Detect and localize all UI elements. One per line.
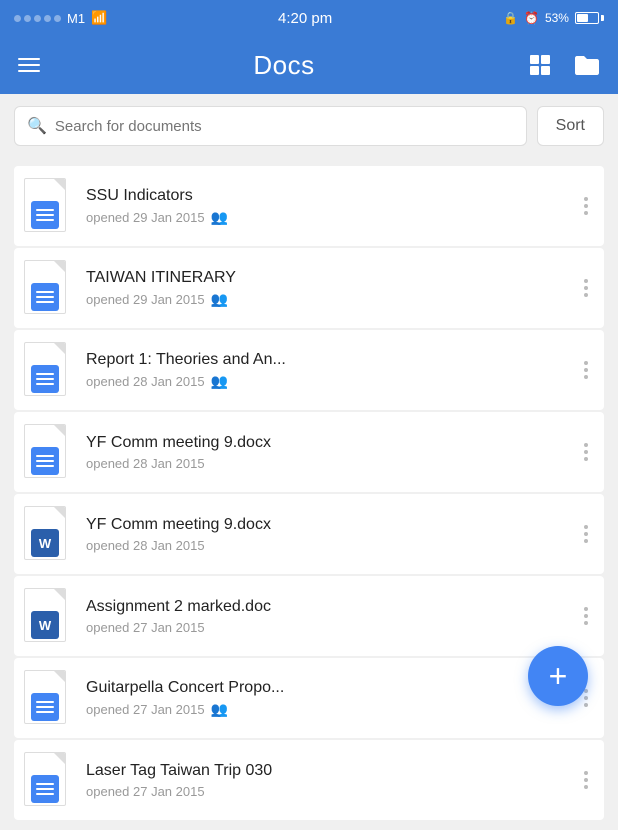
alarm-icon: ⏰ bbox=[524, 11, 539, 25]
list-item[interactable]: YF Comm meeting 9.docx opened 28 Jan 2015 bbox=[14, 412, 604, 492]
status-bar: M1 📶 4:20 pm 🔒 ⏰ 53% bbox=[0, 0, 618, 36]
doc-info: Laser Tag Taiwan Trip 030 opened 27 Jan 2… bbox=[86, 762, 578, 799]
doc-more-button[interactable] bbox=[578, 521, 594, 547]
header-icons bbox=[528, 53, 600, 77]
doc-more-button[interactable] bbox=[578, 275, 594, 301]
grid-icon bbox=[528, 53, 552, 77]
doc-file-icon bbox=[24, 260, 72, 316]
doc-more-button[interactable] bbox=[578, 357, 594, 383]
doc-info: Assignment 2 marked.doc opened 27 Jan 201… bbox=[86, 598, 578, 635]
doc-file-icon bbox=[24, 670, 72, 726]
battery-percent: 53% bbox=[545, 11, 569, 25]
list-item[interactable]: TAIWAN ITINERARY opened 29 Jan 2015 👥 bbox=[14, 248, 604, 328]
search-icon: 🔍 bbox=[27, 116, 47, 136]
status-time: 4:20 pm bbox=[278, 10, 332, 27]
doc-info: TAIWAN ITINERARY opened 29 Jan 2015 👥 bbox=[86, 269, 578, 308]
doc-name: Guitarpella Concert Propo... bbox=[86, 679, 578, 697]
doc-opened-date: opened 28 Jan 2015 bbox=[86, 538, 205, 553]
doc-name: YF Comm meeting 9.docx bbox=[86, 516, 578, 534]
list-item[interactable]: Report 1: Theories and An... opened 28 Ja… bbox=[14, 330, 604, 410]
list-item[interactable]: W YF Comm meeting 9.docx opened 28 Jan 201… bbox=[14, 494, 604, 574]
doc-opened-date: opened 27 Jan 2015 bbox=[86, 702, 205, 717]
doc-meta: opened 27 Jan 2015 bbox=[86, 784, 578, 799]
app-header: Docs bbox=[0, 36, 618, 94]
lock-icon: 🔒 bbox=[503, 11, 518, 25]
doc-meta: opened 28 Jan 2015 👥 bbox=[86, 373, 578, 390]
doc-info: YF Comm meeting 9.docx opened 28 Jan 2015 bbox=[86, 516, 578, 553]
search-box: 🔍 bbox=[14, 106, 527, 146]
doc-name: TAIWAN ITINERARY bbox=[86, 269, 578, 287]
doc-more-button[interactable] bbox=[578, 767, 594, 793]
battery-icon bbox=[575, 12, 604, 24]
status-left: M1 📶 bbox=[14, 10, 107, 26]
menu-button[interactable] bbox=[18, 58, 40, 72]
doc-meta: opened 27 Jan 2015 bbox=[86, 620, 578, 635]
doc-meta: opened 28 Jan 2015 bbox=[86, 456, 578, 471]
add-document-button[interactable]: + bbox=[528, 646, 588, 706]
doc-opened-date: opened 29 Jan 2015 bbox=[86, 292, 205, 307]
signal-dot-1 bbox=[14, 15, 21, 22]
carrier-name: M1 bbox=[67, 11, 85, 26]
doc-info: Report 1: Theories and An... opened 28 Ja… bbox=[86, 351, 578, 390]
list-item[interactable]: Laser Tag Taiwan Trip 030 opened 27 Jan 2… bbox=[14, 740, 604, 820]
search-input[interactable] bbox=[55, 118, 514, 135]
wifi-icon: 📶 bbox=[91, 10, 107, 26]
list-item[interactable]: W Assignment 2 marked.doc opened 27 Jan 20… bbox=[14, 576, 604, 656]
doc-meta: opened 28 Jan 2015 bbox=[86, 538, 578, 553]
signal-dot-3 bbox=[34, 15, 41, 22]
doc-meta: opened 27 Jan 2015 👥 bbox=[86, 701, 578, 718]
doc-more-button[interactable] bbox=[578, 439, 594, 465]
doc-more-button[interactable] bbox=[578, 603, 594, 629]
doc-file-icon bbox=[24, 342, 72, 398]
document-list: SSU Indicatorsopened 29 Jan 2015👥TAIWAN … bbox=[0, 158, 618, 830]
doc-name: Report 1: Theories and An... bbox=[86, 351, 578, 369]
status-right: 🔒 ⏰ 53% bbox=[503, 11, 604, 25]
plus-icon: + bbox=[549, 660, 568, 692]
list-item[interactable]: SSU Indicators opened 29 Jan 2015 👥 bbox=[14, 166, 604, 246]
doc-info: YF Comm meeting 9.docx opened 28 Jan 2015 bbox=[86, 434, 578, 471]
list-item[interactable]: Guitarpella Concert Propo... opened 27 Ja… bbox=[14, 658, 604, 738]
doc-file-icon: W bbox=[24, 588, 72, 644]
shared-icon: 👥 bbox=[211, 701, 228, 718]
folder-view-button[interactable] bbox=[574, 54, 600, 76]
signal-dot-2 bbox=[24, 15, 31, 22]
folder-icon bbox=[574, 54, 600, 76]
doc-opened-date: opened 29 Jan 2015 bbox=[86, 210, 205, 225]
doc-meta: opened 29 Jan 2015 👥 bbox=[86, 209, 578, 226]
doc-name: YF Comm meeting 9.docx bbox=[86, 434, 578, 452]
doc-meta: opened 29 Jan 2015 👥 bbox=[86, 291, 578, 308]
doc-name: Assignment 2 marked.doc bbox=[86, 598, 578, 616]
doc-opened-date: opened 28 Jan 2015 bbox=[86, 374, 205, 389]
signal-dots bbox=[14, 15, 61, 22]
doc-opened-date: opened 28 Jan 2015 bbox=[86, 456, 205, 471]
doc-file-icon: W bbox=[24, 506, 72, 562]
shared-icon: 👥 bbox=[211, 291, 228, 308]
doc-more-button[interactable] bbox=[578, 193, 594, 219]
signal-dot-4 bbox=[44, 15, 51, 22]
doc-file-icon bbox=[24, 752, 72, 808]
doc-opened-date: opened 27 Jan 2015 bbox=[86, 620, 205, 635]
doc-info: SSU Indicators opened 29 Jan 2015 👥 bbox=[86, 187, 578, 226]
search-sort-bar: 🔍 Sort bbox=[0, 94, 618, 158]
shared-icon: 👥 bbox=[211, 373, 228, 390]
doc-name: Laser Tag Taiwan Trip 030 bbox=[86, 762, 578, 780]
doc-file-icon bbox=[24, 424, 72, 480]
shared-icon: 👥 bbox=[211, 209, 228, 226]
page-title: Docs bbox=[253, 50, 314, 81]
grid-view-button[interactable] bbox=[528, 53, 552, 77]
doc-info: Guitarpella Concert Propo... opened 27 Ja… bbox=[86, 679, 578, 718]
doc-opened-date: opened 27 Jan 2015 bbox=[86, 784, 205, 799]
signal-dot-5 bbox=[54, 15, 61, 22]
doc-file-icon bbox=[24, 178, 72, 234]
doc-name: SSU Indicators bbox=[86, 187, 578, 205]
sort-button[interactable]: Sort bbox=[537, 106, 604, 146]
